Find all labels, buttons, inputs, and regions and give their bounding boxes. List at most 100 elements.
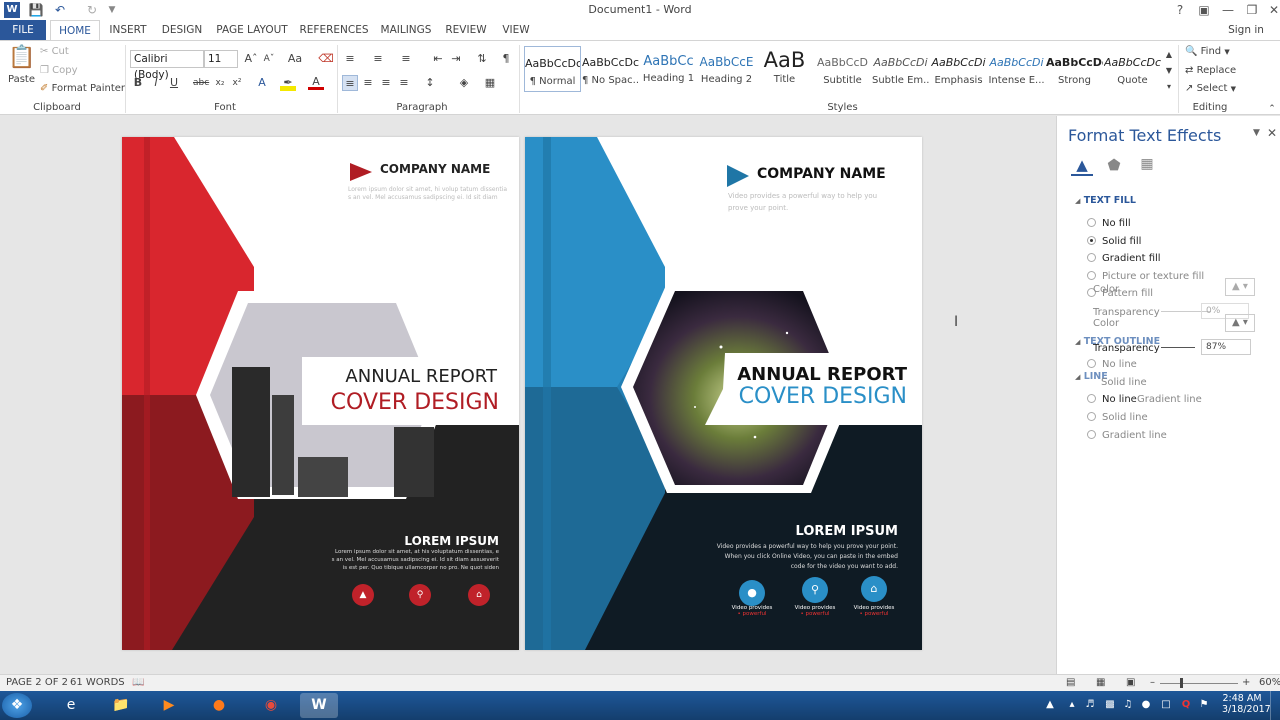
shrink-font-icon[interactable]: Aˇ [261, 51, 277, 67]
outline-color-picker[interactable]: ▲ ▾ [1225, 314, 1255, 332]
style-title[interactable]: AaB Title [756, 46, 813, 92]
zoom-in-icon[interactable]: + [1242, 677, 1250, 688]
zoom-out-icon[interactable]: – [1150, 677, 1155, 688]
ribbon-display-icon[interactable]: ▣ [1192, 1, 1216, 19]
solid-line-option-2[interactable]: Solid line [1087, 412, 1148, 423]
document-area[interactable]: COMPANY NAME Lorem ipsum dolor sit amet,… [0, 116, 1056, 674]
start-button-icon[interactable]: ❖ [2, 693, 32, 718]
subscript-icon[interactable]: x₂ [212, 75, 228, 91]
style-subtitle[interactable]: AaBbCcD Subtitle [814, 46, 871, 92]
find-button[interactable]: 🔍 Find ▼ [1185, 46, 1230, 57]
copy-button[interactable]: ❐ Copy [40, 65, 78, 76]
paste-icon[interactable]: 📋 [8, 45, 35, 71]
style-quote[interactable]: AaBbCcDc Quote [1104, 46, 1161, 92]
close-icon[interactable]: ✕ [1262, 1, 1280, 19]
zoom-slider[interactable] [1160, 683, 1238, 684]
web-layout-icon[interactable]: ▣ [1126, 677, 1135, 688]
underline-icon[interactable]: U [166, 75, 182, 91]
word-count[interactable]: 61 WORDS [70, 677, 125, 688]
tray-flame-icon[interactable]: ▲ [1044, 699, 1056, 711]
text-fill-section[interactable]: ◢ TEXT FILL [1075, 195, 1136, 206]
cut-button[interactable]: ✂ Cut [40, 46, 69, 57]
bold-icon[interactable]: B [130, 75, 146, 91]
align-center-icon[interactable]: ≡ [360, 75, 376, 91]
tray-network-icon[interactable]: ▩ [1104, 699, 1116, 711]
pane-close-icon[interactable]: ✕ [1267, 126, 1277, 140]
picture-fill-option[interactable]: Picture or texture fill [1087, 271, 1204, 282]
text-effects-icon[interactable]: ⬟ [1103, 156, 1125, 176]
tray-display-icon[interactable]: □ [1160, 699, 1172, 711]
solid-line-option-1[interactable]: Solid line [1101, 377, 1147, 388]
style-strong[interactable]: AaBbCcDc Strong [1046, 46, 1103, 92]
clock[interactable]: 2:48 AM 3/18/2017 [1222, 693, 1271, 715]
tab-insert[interactable]: INSERT [104, 20, 152, 40]
styles-scroll-up-icon[interactable]: ▲ [1161, 47, 1177, 63]
sign-in-link[interactable]: Sign in [1222, 20, 1270, 40]
proofing-icon[interactable]: 📖 [132, 677, 144, 688]
sort-icon[interactable]: ⇅ [474, 51, 490, 67]
tab-home[interactable]: HOME [50, 20, 100, 41]
font-name-combo[interactable]: Calibri (Body) [130, 50, 204, 81]
media-player-icon[interactable]: ▶ [150, 693, 188, 718]
text-effects-icon[interactable]: A [254, 75, 270, 91]
help-button[interactable]: ? [1168, 1, 1192, 19]
strikethrough-icon[interactable]: abc [193, 75, 209, 91]
solid-fill-option[interactable]: Solid fill [1087, 236, 1141, 247]
restore-icon[interactable]: ❐ [1240, 1, 1264, 19]
word-taskbar-icon[interactable]: W [300, 693, 338, 718]
read-mode-icon[interactable]: ▤ [1066, 677, 1075, 688]
show-desktop-button[interactable] [1270, 691, 1280, 720]
replace-button[interactable]: ⇄ Replace [1185, 65, 1236, 76]
zoom-slider-thumb[interactable] [1180, 678, 1183, 688]
italic-icon[interactable]: I [148, 75, 164, 91]
tab-references[interactable]: REFERENCES [298, 20, 370, 40]
select-button[interactable]: ↗ Select ▼ [1185, 83, 1236, 94]
minimize-icon[interactable]: — [1216, 1, 1240, 19]
font-size-combo[interactable]: 11 [204, 50, 238, 68]
collapse-ribbon-icon[interactable]: ⌃ [1264, 101, 1280, 117]
style-no-spacing[interactable]: AaBbCcDc ¶ No Spac... [582, 46, 639, 92]
gradient-line-option-1[interactable]: Gradient line [1137, 394, 1202, 405]
no-line-option-2[interactable]: No line [1087, 394, 1137, 405]
tab-view[interactable]: VIEW [496, 20, 536, 40]
increase-indent-icon[interactable]: ⇥ [448, 51, 464, 67]
borders-icon[interactable]: ▦ [482, 75, 498, 91]
clear-formatting-icon[interactable]: ⌫ [318, 51, 334, 67]
print-layout-icon[interactable]: ▦ [1096, 677, 1105, 688]
multilevel-list-icon[interactable]: ≡ [398, 51, 414, 67]
tray-speaker-icon[interactable]: ♫ [1122, 699, 1134, 711]
no-line-option-1[interactable]: No line [1087, 359, 1137, 370]
shading-icon[interactable]: ◈ [456, 75, 472, 91]
format-painter-button[interactable]: ✐ Format Painter [40, 83, 125, 94]
chrome-icon[interactable]: ◉ [252, 693, 290, 718]
page-blue-cover[interactable]: COMPANY NAME Video provides a powerful w… [525, 137, 922, 650]
style-subtle-emphasis[interactable]: AaBbCcDi Subtle Em... [872, 46, 929, 92]
style-intense-emphasis[interactable]: AaBbCcDi Intense E... [988, 46, 1045, 92]
layout-properties-icon[interactable]: ▦ [1136, 156, 1158, 176]
style-heading-1[interactable]: AaBbCc Heading 1 [640, 46, 697, 92]
tab-page-layout[interactable]: PAGE LAYOUT [214, 20, 290, 40]
transparency-input-2[interactable]: 87% [1201, 339, 1251, 355]
page-count[interactable]: PAGE 2 OF 2 [6, 677, 68, 688]
tray-arrow-icon[interactable]: ▴ [1066, 699, 1078, 711]
align-right-icon[interactable]: ≡ [378, 75, 394, 91]
grow-font-icon[interactable]: Aˆ [243, 51, 259, 67]
numbering-icon[interactable]: ≡ [370, 51, 386, 67]
no-fill-option[interactable]: No fill [1087, 218, 1131, 229]
change-case-button[interactable]: Aa [284, 51, 306, 67]
style-heading-2[interactable]: AaBbCcE Heading 2 [698, 46, 755, 92]
zoom-level[interactable]: 60% [1259, 677, 1280, 688]
styles-scroll-down-icon[interactable]: ▼ [1161, 63, 1177, 79]
tray-q-icon[interactable]: Q [1180, 699, 1192, 711]
font-color-icon[interactable]: A [308, 75, 324, 90]
tray-record-icon[interactable]: ● [1140, 699, 1152, 711]
text-fill-outline-icon[interactable]: ▲ [1071, 156, 1093, 176]
internet-explorer-icon[interactable]: e [52, 693, 90, 718]
highlight-icon[interactable]: ✒ [280, 75, 296, 91]
tab-file[interactable]: FILE [0, 20, 46, 40]
superscript-icon[interactable]: x² [229, 75, 245, 91]
file-explorer-icon[interactable]: 📁 [102, 693, 140, 718]
decrease-indent-icon[interactable]: ⇤ [430, 51, 446, 67]
pane-options-icon[interactable]: ▼ [1253, 128, 1260, 138]
paste-button[interactable]: Paste [8, 74, 35, 85]
